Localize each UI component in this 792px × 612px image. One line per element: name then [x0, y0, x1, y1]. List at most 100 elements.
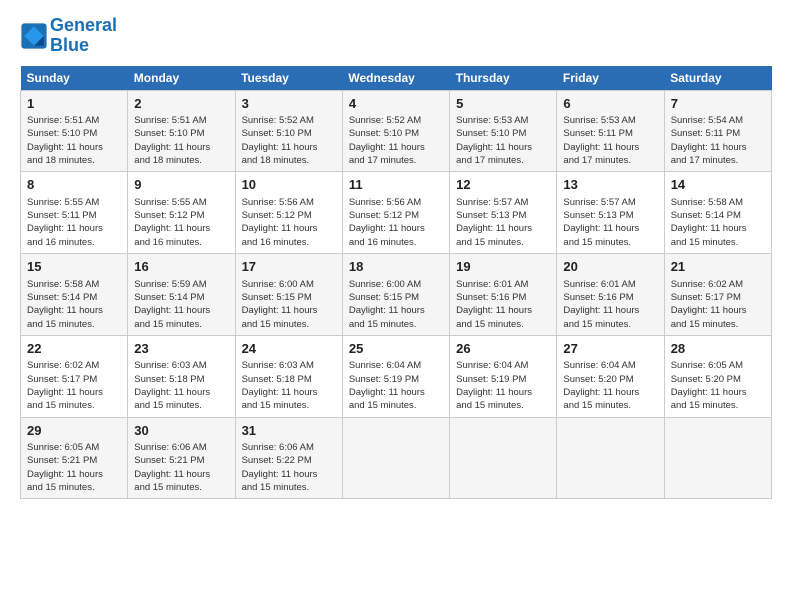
day-info: Sunrise: 5:58 AM Sunset: 5:14 PM Dayligh… — [671, 196, 765, 249]
day-info: Sunrise: 5:51 AM Sunset: 5:10 PM Dayligh… — [134, 114, 228, 167]
day-info: Sunrise: 5:57 AM Sunset: 5:13 PM Dayligh… — [456, 196, 550, 249]
day-info: Sunrise: 6:01 AM Sunset: 5:16 PM Dayligh… — [563, 278, 657, 331]
calendar-table: SundayMondayTuesdayWednesdayThursdayFrid… — [20, 66, 772, 500]
logo-icon — [20, 22, 48, 50]
day-cell: 13 Sunrise: 5:57 AM Sunset: 5:13 PM Dayli… — [557, 172, 664, 254]
day-number: 21 — [671, 258, 765, 276]
day-number: 16 — [134, 258, 228, 276]
day-cell — [557, 417, 664, 499]
day-number: 10 — [242, 176, 336, 194]
week-row-3: 15 Sunrise: 5:58 AM Sunset: 5:14 PM Dayli… — [21, 254, 772, 336]
day-number: 28 — [671, 340, 765, 358]
column-header-thursday: Thursday — [450, 66, 557, 91]
day-info: Sunrise: 6:03 AM Sunset: 5:18 PM Dayligh… — [242, 359, 336, 412]
day-cell: 7Sunrise: 5:54 AM Sunset: 5:11 PM Daylig… — [664, 90, 771, 172]
day-cell: 8 Sunrise: 5:55 AM Sunset: 5:11 PM Daylig… — [21, 172, 128, 254]
day-cell: 17 Sunrise: 6:00 AM Sunset: 5:15 PM Dayli… — [235, 254, 342, 336]
day-number: 3 — [242, 95, 336, 113]
day-cell — [342, 417, 449, 499]
day-number: 9 — [134, 176, 228, 194]
day-cell: 23Sunrise: 6:03 AM Sunset: 5:18 PM Dayli… — [128, 335, 235, 417]
day-cell: 18Sunrise: 6:00 AM Sunset: 5:15 PM Dayli… — [342, 254, 449, 336]
day-number: 23 — [134, 340, 228, 358]
day-cell — [664, 417, 771, 499]
day-cell: 25Sunrise: 6:04 AM Sunset: 5:19 PM Dayli… — [342, 335, 449, 417]
day-cell: 24Sunrise: 6:03 AM Sunset: 5:18 PM Dayli… — [235, 335, 342, 417]
day-number: 4 — [349, 95, 443, 113]
day-info: Sunrise: 5:56 AM Sunset: 5:12 PM Dayligh… — [349, 196, 443, 249]
day-cell: 10 Sunrise: 5:56 AM Sunset: 5:12 PM Dayli… — [235, 172, 342, 254]
day-number: 25 — [349, 340, 443, 358]
day-cell: 28Sunrise: 6:05 AM Sunset: 5:20 PM Dayli… — [664, 335, 771, 417]
day-number: 14 — [671, 176, 765, 194]
day-info: Sunrise: 5:56 AM Sunset: 5:12 PM Dayligh… — [242, 196, 336, 249]
column-header-monday: Monday — [128, 66, 235, 91]
day-number: 8 — [27, 176, 121, 194]
day-cell: 19 Sunrise: 6:01 AM Sunset: 5:16 PM Dayli… — [450, 254, 557, 336]
day-info: Sunrise: 6:00 AM Sunset: 5:15 PM Dayligh… — [349, 278, 443, 331]
week-row-5: 29Sunrise: 6:05 AM Sunset: 5:21 PM Dayli… — [21, 417, 772, 499]
day-number: 5 — [456, 95, 550, 113]
day-info: Sunrise: 6:03 AM Sunset: 5:18 PM Dayligh… — [134, 359, 228, 412]
day-cell: 26Sunrise: 6:04 AM Sunset: 5:19 PM Dayli… — [450, 335, 557, 417]
day-cell: 20 Sunrise: 6:01 AM Sunset: 5:16 PM Dayli… — [557, 254, 664, 336]
day-info: Sunrise: 5:53 AM Sunset: 5:10 PM Dayligh… — [456, 114, 550, 167]
day-number: 20 — [563, 258, 657, 276]
day-cell: 31Sunrise: 6:06 AM Sunset: 5:22 PM Dayli… — [235, 417, 342, 499]
day-number: 15 — [27, 258, 121, 276]
day-number: 31 — [242, 422, 336, 440]
day-info: Sunrise: 5:57 AM Sunset: 5:13 PM Dayligh… — [563, 196, 657, 249]
day-number: 17 — [242, 258, 336, 276]
day-number: 29 — [27, 422, 121, 440]
day-number: 12 — [456, 176, 550, 194]
day-number: 6 — [563, 95, 657, 113]
day-info: Sunrise: 6:00 AM Sunset: 5:15 PM Dayligh… — [242, 278, 336, 331]
week-row-2: 8 Sunrise: 5:55 AM Sunset: 5:11 PM Daylig… — [21, 172, 772, 254]
day-info: Sunrise: 5:55 AM Sunset: 5:11 PM Dayligh… — [27, 196, 121, 249]
day-number: 30 — [134, 422, 228, 440]
day-number: 2 — [134, 95, 228, 113]
day-info: Sunrise: 5:53 AM Sunset: 5:11 PM Dayligh… — [563, 114, 657, 167]
day-info: Sunrise: 6:06 AM Sunset: 5:22 PM Dayligh… — [242, 441, 336, 494]
day-cell: 27Sunrise: 6:04 AM Sunset: 5:20 PM Dayli… — [557, 335, 664, 417]
week-row-4: 22Sunrise: 6:02 AM Sunset: 5:17 PM Dayli… — [21, 335, 772, 417]
column-header-tuesday: Tuesday — [235, 66, 342, 91]
day-number: 13 — [563, 176, 657, 194]
day-cell: 29Sunrise: 6:05 AM Sunset: 5:21 PM Dayli… — [21, 417, 128, 499]
day-cell: 14 Sunrise: 5:58 AM Sunset: 5:14 PM Dayli… — [664, 172, 771, 254]
logo: General Blue — [20, 16, 117, 56]
header: General Blue — [20, 16, 772, 56]
day-info: Sunrise: 5:54 AM Sunset: 5:11 PM Dayligh… — [671, 114, 765, 167]
logo-text: General Blue — [50, 16, 117, 56]
day-cell: 2Sunrise: 5:51 AM Sunset: 5:10 PM Daylig… — [128, 90, 235, 172]
day-cell: 1Sunrise: 5:51 AM Sunset: 5:10 PM Daylig… — [21, 90, 128, 172]
column-header-wednesday: Wednesday — [342, 66, 449, 91]
day-cell: 15 Sunrise: 5:58 AM Sunset: 5:14 PM Dayli… — [21, 254, 128, 336]
day-number: 7 — [671, 95, 765, 113]
day-cell: 16 Sunrise: 5:59 AM Sunset: 5:14 PM Dayli… — [128, 254, 235, 336]
day-number: 27 — [563, 340, 657, 358]
page-container: General Blue SundayMondayTuesdayWednesda… — [0, 0, 792, 509]
day-cell: 9Sunrise: 5:55 AM Sunset: 5:12 PM Daylig… — [128, 172, 235, 254]
day-cell: 12 Sunrise: 5:57 AM Sunset: 5:13 PM Dayli… — [450, 172, 557, 254]
day-info: Sunrise: 6:01 AM Sunset: 5:16 PM Dayligh… — [456, 278, 550, 331]
day-number: 24 — [242, 340, 336, 358]
header-row: SundayMondayTuesdayWednesdayThursdayFrid… — [21, 66, 772, 91]
column-header-friday: Friday — [557, 66, 664, 91]
day-info: Sunrise: 5:52 AM Sunset: 5:10 PM Dayligh… — [242, 114, 336, 167]
day-number: 26 — [456, 340, 550, 358]
column-header-sunday: Sunday — [21, 66, 128, 91]
week-row-1: 1Sunrise: 5:51 AM Sunset: 5:10 PM Daylig… — [21, 90, 772, 172]
day-cell: 11 Sunrise: 5:56 AM Sunset: 5:12 PM Dayli… — [342, 172, 449, 254]
day-info: Sunrise: 5:52 AM Sunset: 5:10 PM Dayligh… — [349, 114, 443, 167]
day-number: 19 — [456, 258, 550, 276]
day-number: 11 — [349, 176, 443, 194]
day-info: Sunrise: 6:04 AM Sunset: 5:19 PM Dayligh… — [456, 359, 550, 412]
day-info: Sunrise: 5:59 AM Sunset: 5:14 PM Dayligh… — [134, 278, 228, 331]
day-cell: 30Sunrise: 6:06 AM Sunset: 5:21 PM Dayli… — [128, 417, 235, 499]
day-cell: 21Sunrise: 6:02 AM Sunset: 5:17 PM Dayli… — [664, 254, 771, 336]
day-cell: 22Sunrise: 6:02 AM Sunset: 5:17 PM Dayli… — [21, 335, 128, 417]
day-cell: 6Sunrise: 5:53 AM Sunset: 5:11 PM Daylig… — [557, 90, 664, 172]
column-header-saturday: Saturday — [664, 66, 771, 91]
day-info: Sunrise: 5:58 AM Sunset: 5:14 PM Dayligh… — [27, 278, 121, 331]
